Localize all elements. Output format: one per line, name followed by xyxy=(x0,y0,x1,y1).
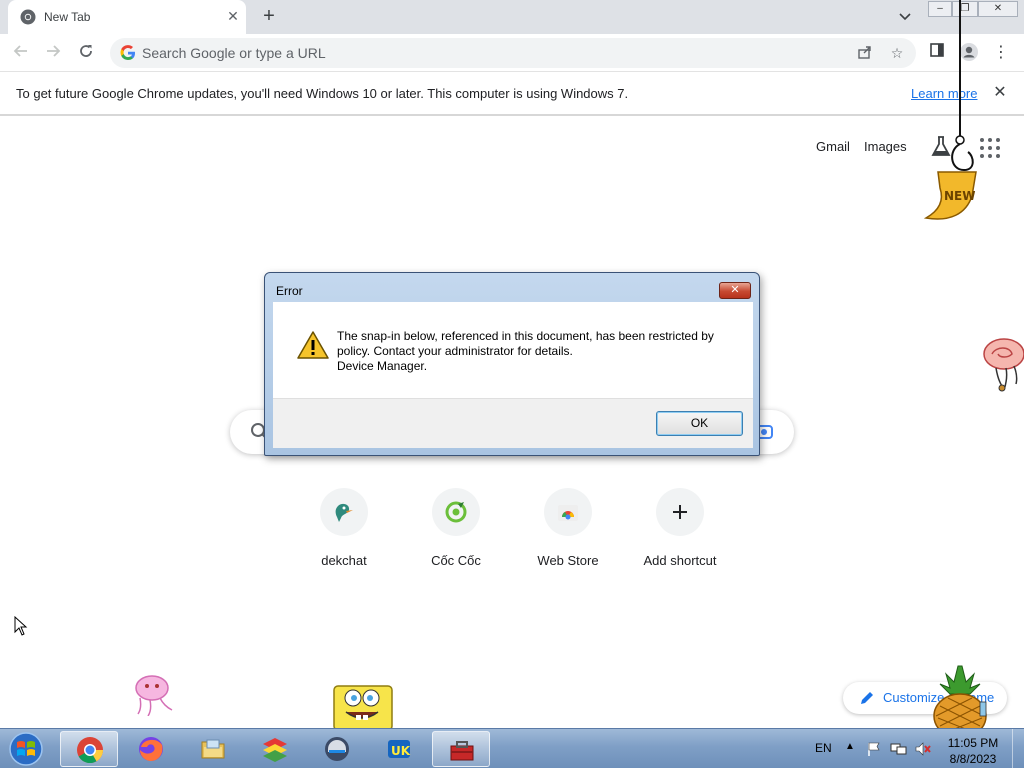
jellyfish-mascot xyxy=(983,338,1024,392)
webstore-icon xyxy=(558,505,578,521)
omnibox[interactable]: ☆ xyxy=(110,38,916,68)
taskbar-firefox[interactable] xyxy=(122,731,180,767)
dialog-message-line: policy. Contact your administrator for d… xyxy=(337,344,573,358)
dialog-footer: OK xyxy=(273,398,753,448)
dialog-close-button[interactable]: ✕ xyxy=(719,282,751,299)
toolbar: ☆ ⋮ xyxy=(0,34,1024,72)
action-center-flag-icon[interactable] xyxy=(866,741,882,757)
chrome-icon xyxy=(77,737,104,764)
clock-date: 8/8/2023 xyxy=(949,752,997,766)
forward-arrow-icon xyxy=(47,45,61,57)
tab-strip: New Tab ✕ + – ❐ ✕ xyxy=(0,0,1024,34)
google-g-icon xyxy=(120,45,135,60)
dialog-title: Error xyxy=(276,284,303,298)
language-indicator[interactable]: EN xyxy=(815,741,832,755)
infobar-close-icon[interactable]: ✕ xyxy=(990,83,1010,103)
infobar-message: To get future Google Chrome updates, you… xyxy=(16,86,629,101)
show-hidden-icons[interactable]: ▲ xyxy=(845,741,855,752)
update-infobar: To get future Google Chrome updates, you… xyxy=(0,72,1024,116)
bookmark-star-icon[interactable]: ☆ xyxy=(888,44,906,62)
reload-icon xyxy=(80,45,92,57)
coccoc-icon xyxy=(445,501,467,523)
shortcut-label: Add shortcut xyxy=(643,553,717,568)
dialog-body: The snap-in below, referenced in this do… xyxy=(273,302,753,398)
gmail-link[interactable]: Gmail xyxy=(816,139,850,154)
network-icon[interactable] xyxy=(890,741,908,757)
bluestacks-icon xyxy=(263,738,287,762)
warning-icon xyxy=(297,331,329,359)
dialog-message: The snap-in below, referenced in this do… xyxy=(337,329,737,374)
taskbar-clock[interactable]: 11:05 PM 8/8/2023 xyxy=(940,735,1006,767)
volume-muted-icon[interactable] xyxy=(914,741,932,757)
hook-new-mascot: NEW xyxy=(923,0,977,220)
pink-jellyfish-mascot xyxy=(135,675,173,716)
dekchat-icon xyxy=(335,503,353,522)
taskbar: UK EN ▲ 11:05 PM 8/8/2023 xyxy=(0,728,1024,768)
error-dialog: Error ✕ The snap-in below, referenced in… xyxy=(264,272,760,456)
forward-button[interactable] xyxy=(42,42,64,64)
svg-text:NEW: NEW xyxy=(944,189,975,203)
shortcut-label: Cốc Cốc xyxy=(431,553,481,568)
shortcut-webstore[interactable]: Web Store xyxy=(512,488,624,578)
images-link[interactable]: Images xyxy=(864,139,907,154)
chrome-icon xyxy=(20,9,36,25)
shortcut-dekchat[interactable]: dekchat xyxy=(288,488,400,578)
shortcut-add[interactable]: Add shortcut xyxy=(624,488,736,578)
firefox-icon xyxy=(139,737,163,761)
pencil-icon xyxy=(861,692,873,704)
toolbox-icon xyxy=(450,741,474,761)
clock-time: 11:05 PM xyxy=(947,736,999,750)
taskbar-toolbox[interactable] xyxy=(432,731,490,767)
taskbar-unikey[interactable]: UK xyxy=(370,731,428,767)
svg-text:UK: UK xyxy=(391,744,411,758)
taskbar-vpn-app[interactable] xyxy=(308,731,366,767)
taskbar-chrome[interactable] xyxy=(60,731,118,767)
shortcut-label: dekchat xyxy=(321,553,367,568)
share-icon[interactable] xyxy=(856,44,874,62)
tab-search-icon[interactable] xyxy=(896,8,914,26)
unikey-icon: UK xyxy=(388,740,411,758)
mouse-cursor-icon xyxy=(14,616,28,636)
omnibox-input[interactable] xyxy=(142,42,822,64)
shortcut-label: Web Store xyxy=(537,553,599,568)
reload-button[interactable] xyxy=(75,42,97,64)
shortcut-coccoc[interactable]: Cốc Cốc xyxy=(400,488,512,578)
ok-button[interactable]: OK xyxy=(656,411,743,436)
menu-kebab-icon[interactable]: ⋮ xyxy=(990,42,1012,64)
plus-icon xyxy=(673,505,687,519)
tab-title: New Tab xyxy=(44,10,91,24)
taskbar-explorer[interactable] xyxy=(184,731,242,767)
tab-close-icon[interactable]: ✕ xyxy=(224,7,242,25)
tab-new-tab[interactable]: New Tab ✕ xyxy=(8,0,246,34)
dialog-message-line: Device Manager. xyxy=(337,359,428,373)
dialog-message-line: The snap-in below, referenced in this do… xyxy=(337,329,714,343)
back-arrow-icon xyxy=(13,45,27,57)
back-button[interactable] xyxy=(10,42,32,64)
spongebob-mascot xyxy=(333,685,393,728)
pineapple-mascot xyxy=(933,665,987,728)
show-desktop-button[interactable] xyxy=(1012,729,1024,768)
helmet-icon xyxy=(325,737,349,761)
start-button[interactable] xyxy=(6,731,46,767)
folder-icon xyxy=(201,739,225,759)
taskbar-bluestacks[interactable] xyxy=(246,731,304,767)
new-tab-button[interactable]: + xyxy=(258,6,280,28)
